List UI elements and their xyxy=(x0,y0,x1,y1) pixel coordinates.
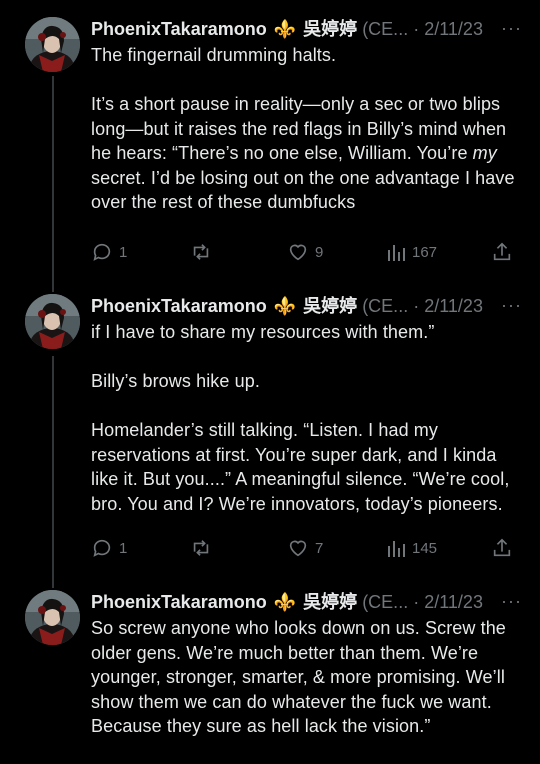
share-icon xyxy=(493,242,511,261)
share-button[interactable] xyxy=(491,537,513,559)
share-button[interactable] xyxy=(491,241,513,263)
share-icon xyxy=(493,538,511,557)
separator: · xyxy=(413,592,420,612)
tweet-text: if I have to share my resources with the… xyxy=(91,320,521,516)
display-name[interactable]: PhoenixTakaramono xyxy=(91,592,267,612)
separator: · xyxy=(413,296,420,316)
avatar[interactable] xyxy=(25,590,80,645)
like-count: 7 xyxy=(315,539,324,557)
heart-icon xyxy=(289,244,307,261)
reply-icon xyxy=(93,539,111,557)
reply-button[interactable]: 1 xyxy=(91,241,127,263)
display-name[interactable]: PhoenixTakaramono xyxy=(91,296,267,316)
paragraph: if I have to share my resources with the… xyxy=(91,322,435,342)
heart-icon xyxy=(289,540,307,557)
cjk-name[interactable]: 吳婷婷 xyxy=(303,592,357,613)
tweet-header: PhoenixTakaramono ⚜️ 吳婷婷 (CE... · 2/11/2… xyxy=(91,17,521,41)
like-button[interactable]: 9 xyxy=(287,241,323,263)
like-count: 9 xyxy=(315,243,324,261)
paragraph: So screw anyone who looks down on us. Sc… xyxy=(91,618,506,736)
reply-icon xyxy=(93,243,111,261)
display-name[interactable]: PhoenixTakaramono xyxy=(91,19,267,39)
retweet-icon xyxy=(193,540,209,556)
fleur-de-lis-emoji: ⚜️ xyxy=(273,19,297,39)
retweet-icon xyxy=(193,244,209,260)
paragraph: It’s a short pause in reality—only a sec… xyxy=(91,94,515,212)
more-options-icon[interactable]: ··· xyxy=(501,17,522,39)
tweet-text: So screw anyone who looks down on us. Sc… xyxy=(91,616,521,739)
handle[interactable]: (CE... xyxy=(362,592,408,612)
views-button[interactable]: 167 xyxy=(386,241,437,263)
views-icon xyxy=(388,245,405,261)
tweet-text: The fingernail drumming halts. It’s a sh… xyxy=(91,43,521,215)
tweet-3[interactable]: PhoenixTakaramono ⚜️ 吳婷婷 (CE... · 2/11/2… xyxy=(0,590,540,764)
tweet-2[interactable]: PhoenixTakaramono ⚜️ 吳婷婷 (CE... · 2/11/2… xyxy=(0,294,540,564)
more-options-icon[interactable]: ··· xyxy=(501,294,522,316)
paragraph: Homelander’s still talking. “Listen. I h… xyxy=(91,420,510,514)
action-bar: 1 7 145 xyxy=(91,537,516,559)
retweet-button[interactable] xyxy=(189,537,219,559)
fleur-de-lis-emoji: ⚜️ xyxy=(273,296,297,316)
retweet-button[interactable] xyxy=(189,241,219,263)
tweet-header: PhoenixTakaramono ⚜️ 吳婷婷 (CE... · 2/11/2… xyxy=(91,590,521,614)
avatar[interactable] xyxy=(25,17,80,72)
separator: · xyxy=(413,19,420,39)
paragraph: Billy’s brows hike up. xyxy=(91,371,260,391)
reply-count: 1 xyxy=(119,539,128,557)
reply-count: 1 xyxy=(119,243,128,261)
view-count: 167 xyxy=(412,243,438,261)
timestamp[interactable]: 2/11/23 xyxy=(424,19,483,39)
more-options-icon[interactable]: ··· xyxy=(501,590,522,612)
views-button[interactable]: 145 xyxy=(386,537,437,559)
fleur-de-lis-emoji: ⚜️ xyxy=(273,592,297,612)
timestamp[interactable]: 2/11/23 xyxy=(424,592,483,612)
view-count: 145 xyxy=(412,539,438,557)
handle[interactable]: (CE... xyxy=(362,19,408,39)
action-bar: 1 9 167 xyxy=(91,241,516,263)
cjk-name[interactable]: 吳婷婷 xyxy=(303,19,357,40)
tweet-header: PhoenixTakaramono ⚜️ 吳婷婷 (CE... · 2/11/2… xyxy=(91,294,521,318)
like-button[interactable]: 7 xyxy=(287,537,323,559)
views-icon xyxy=(388,541,405,557)
cjk-name[interactable]: 吳婷婷 xyxy=(303,296,357,317)
avatar[interactable] xyxy=(25,294,80,349)
emphasis: my xyxy=(472,143,497,163)
reply-button[interactable]: 1 xyxy=(91,537,127,559)
handle[interactable]: (CE... xyxy=(362,296,408,316)
paragraph: The fingernail drumming halts. xyxy=(91,45,337,65)
timestamp[interactable]: 2/11/23 xyxy=(424,296,483,316)
tweet-1[interactable]: PhoenixTakaramono ⚜️ 吳婷婷 (CE... · 2/11/2… xyxy=(0,17,540,267)
